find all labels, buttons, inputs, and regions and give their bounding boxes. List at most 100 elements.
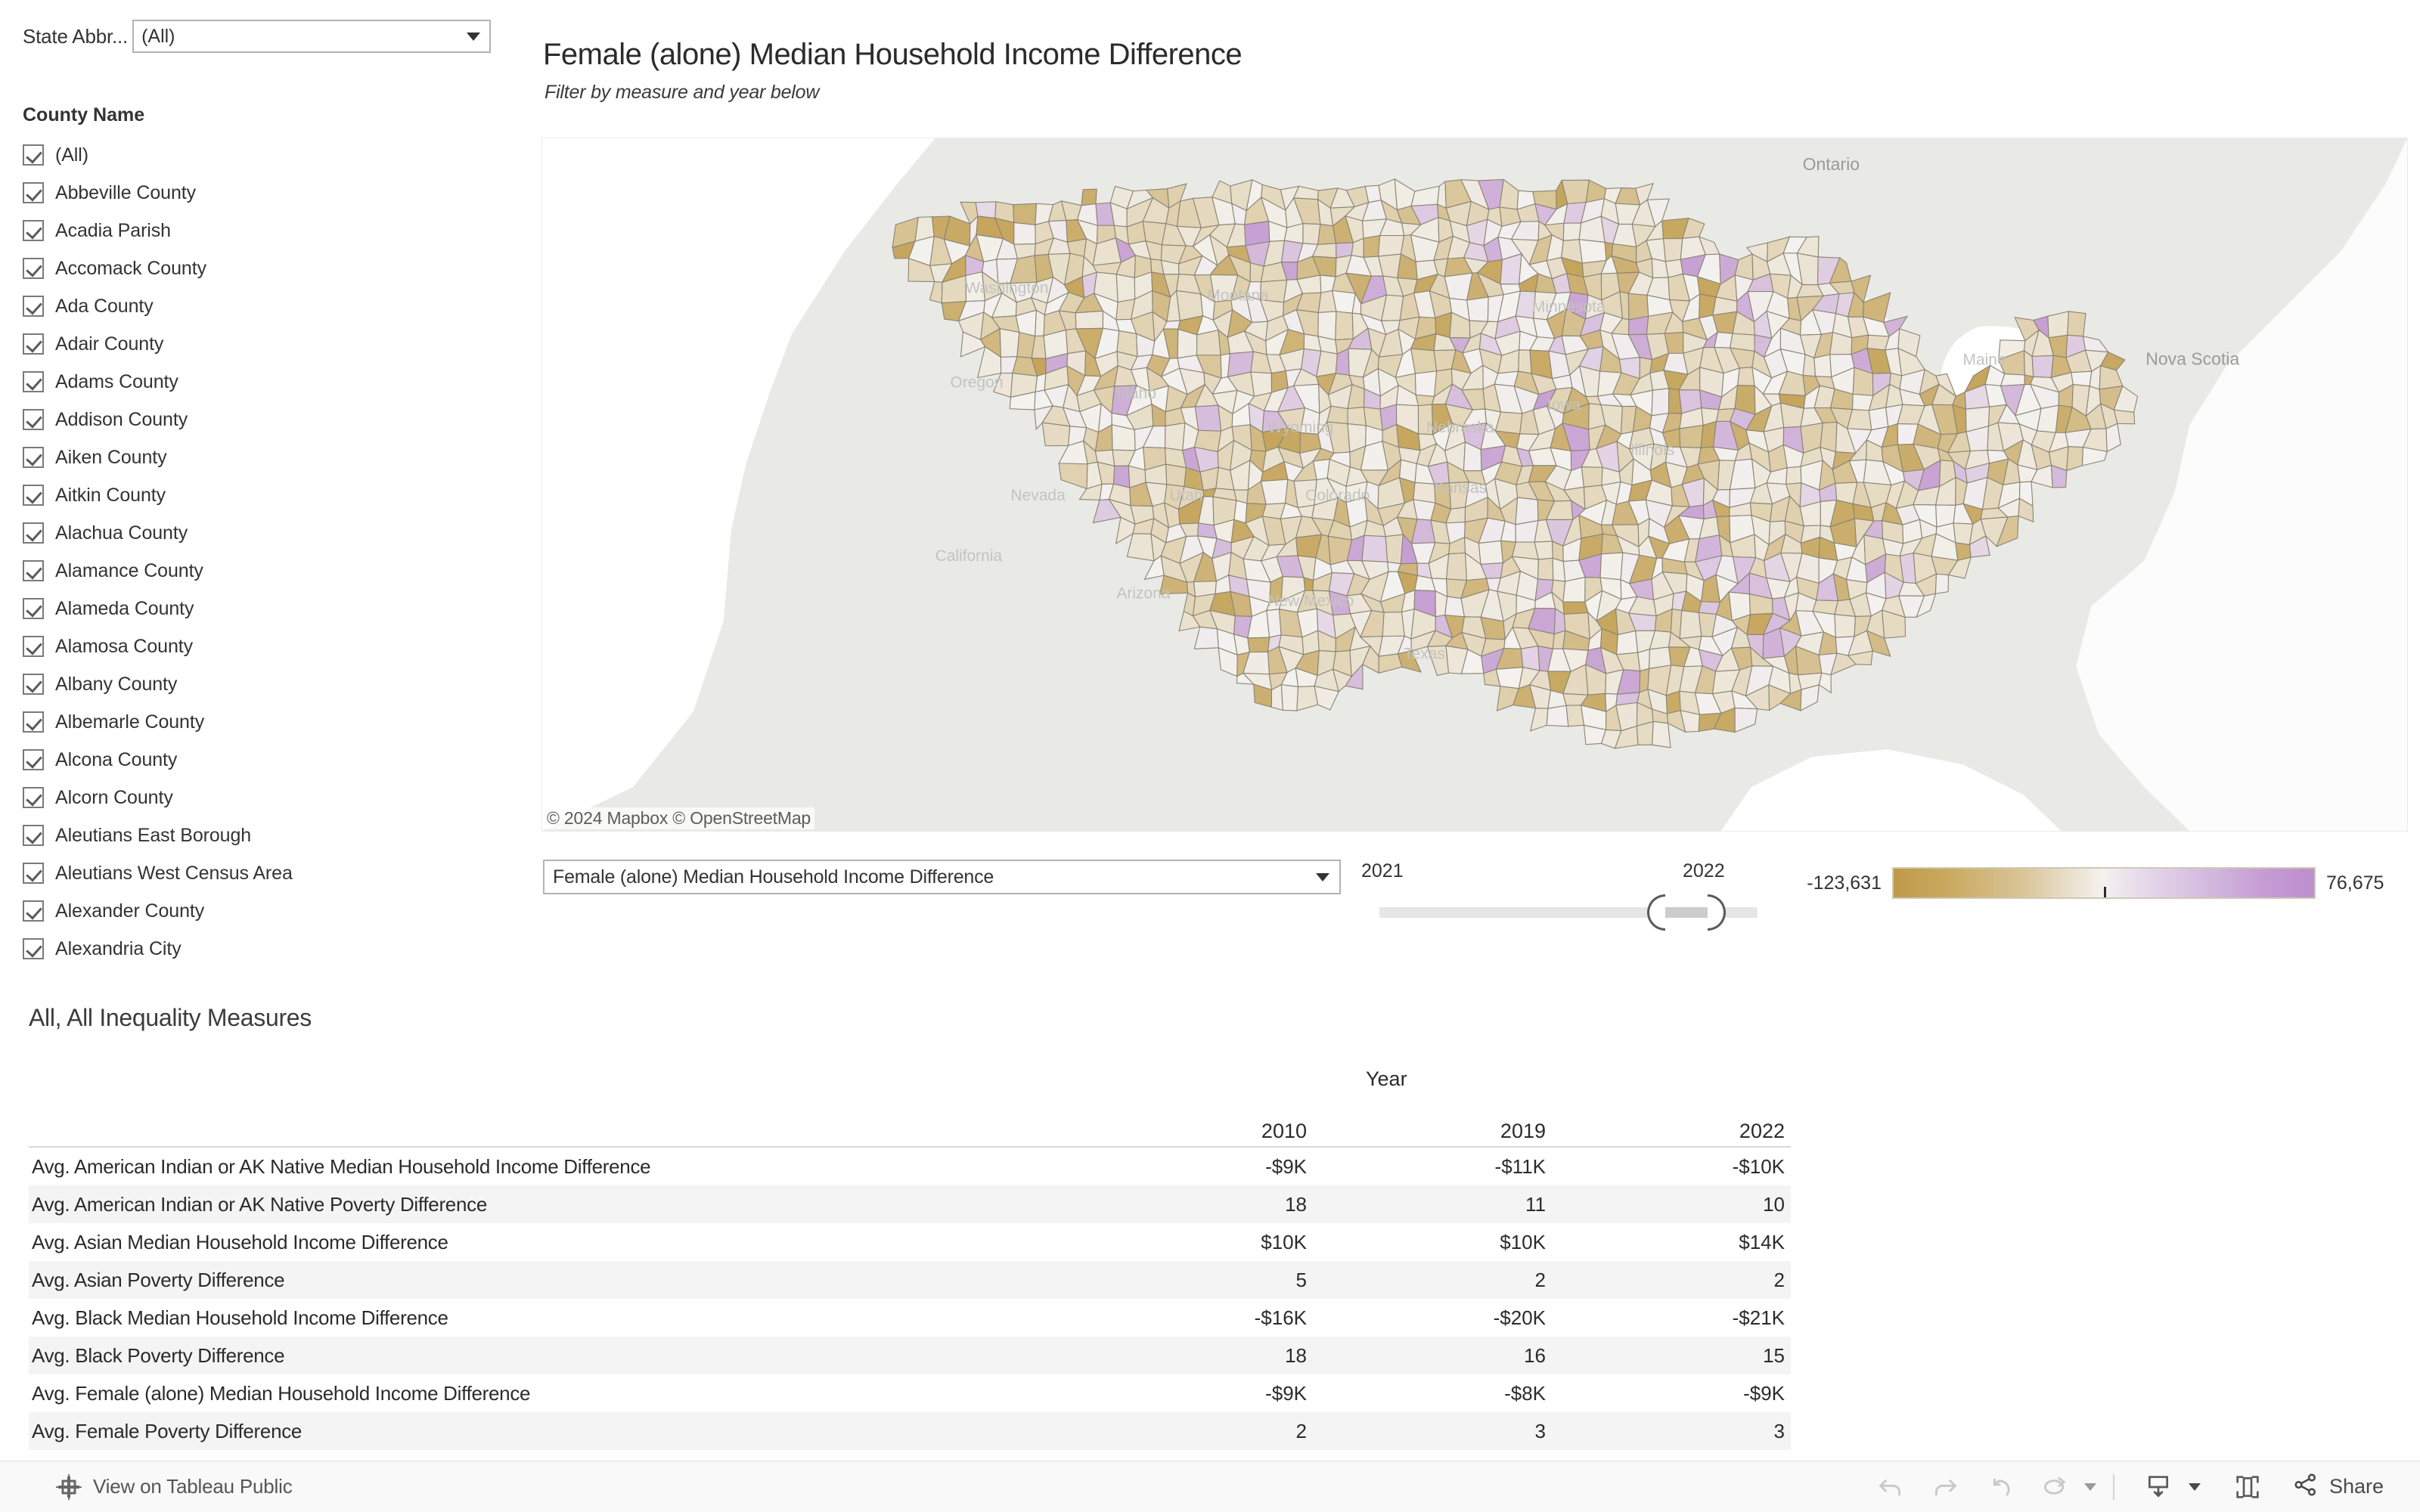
checkbox-checked-icon[interactable] — [23, 825, 44, 846]
map-county-polygon[interactable] — [1414, 370, 1438, 398]
map-county-polygon[interactable] — [1494, 411, 1523, 435]
checkbox-checked-icon[interactable] — [23, 182, 44, 203]
table-row[interactable]: Avg. Black Poverty Difference 18 16 15 — [29, 1337, 1791, 1374]
slider-handle-high[interactable] — [1708, 894, 1726, 931]
map-county-polygon[interactable] — [2000, 373, 2025, 386]
map-county-polygon[interactable] — [1679, 609, 1702, 640]
county-filter-item[interactable]: Aitkin County — [23, 476, 522, 514]
download-icon[interactable] — [2131, 1464, 2186, 1510]
map-county-polygon[interactable] — [1581, 466, 1603, 488]
map-county-polygon[interactable] — [1361, 534, 1388, 562]
map-county-polygon[interactable] — [1280, 683, 1299, 711]
map-county-polygon[interactable] — [1786, 466, 1802, 485]
county-filter-list[interactable]: (All) Abbeville County Acadia Parish Accoma… — [23, 136, 522, 968]
download-dropdown-caret-icon[interactable] — [2188, 1483, 2201, 1491]
county-filter-item[interactable]: Alameda County — [23, 590, 522, 627]
checkbox-checked-icon[interactable] — [23, 296, 44, 317]
table-row[interactable]: Avg. American Indian or AK Native Median… — [29, 1148, 1791, 1185]
map-county-polygon[interactable] — [1665, 690, 1681, 714]
checkbox-checked-icon[interactable] — [23, 220, 44, 241]
slider-handle-low[interactable] — [1647, 894, 1665, 931]
map-county-polygon[interactable] — [1466, 296, 1489, 322]
checkbox-checked-icon[interactable] — [23, 636, 44, 657]
map-county-polygon[interactable] — [1651, 388, 1670, 417]
map-county-polygon[interactable] — [1868, 407, 1889, 431]
map-county-polygon[interactable] — [1578, 239, 1607, 264]
county-filter-item[interactable]: Aiken County — [23, 438, 522, 476]
checkbox-checked-icon[interactable] — [23, 522, 44, 544]
map-county-polygon[interactable] — [1013, 203, 1038, 226]
undo-icon[interactable] — [1863, 1464, 1918, 1510]
table-row[interactable]: Avg. Asian Poverty Difference 5 2 2 — [29, 1261, 1791, 1299]
map-county-polygon[interactable] — [975, 201, 997, 219]
refresh-dropdown-caret-icon[interactable] — [2083, 1483, 2096, 1491]
map-county-polygon[interactable] — [1714, 331, 1733, 349]
map-county-polygon[interactable] — [1317, 311, 1337, 341]
map-county-polygon[interactable] — [1378, 235, 1405, 257]
checkbox-checked-icon[interactable] — [23, 485, 44, 506]
map-county-polygon[interactable] — [1599, 552, 1624, 581]
county-filter-item[interactable]: Alcorn County — [23, 779, 522, 816]
share-button[interactable]: Share — [2291, 1470, 2384, 1503]
map-county-polygon[interactable] — [1627, 315, 1649, 336]
map-county-polygon[interactable] — [1347, 406, 1367, 426]
map-county-polygon[interactable] — [1233, 500, 1248, 524]
year-range-slider[interactable]: 2021 2022 — [1361, 860, 1770, 943]
map-county-polygon[interactable] — [1111, 424, 1136, 451]
map-county-polygon[interactable] — [1260, 479, 1289, 505]
map-county-polygon[interactable] — [1363, 234, 1381, 259]
county-filter-item[interactable]: Albany County — [23, 665, 522, 703]
county-filter-item[interactable]: Alcona County — [23, 741, 522, 779]
map-county-polygon[interactable] — [1335, 311, 1354, 341]
county-filter-item[interactable]: Adair County — [23, 325, 522, 363]
checkbox-checked-icon[interactable] — [23, 409, 44, 430]
county-filter-item[interactable]: Addison County — [23, 401, 522, 438]
map-county-polygon[interactable] — [1934, 573, 1950, 595]
table-row[interactable]: Avg. Female (alone) Median Household Inc… — [29, 1374, 1791, 1412]
county-filter-item[interactable]: Ada County — [23, 287, 522, 325]
map-county-polygon[interactable] — [1165, 463, 1187, 488]
map-county-polygon[interactable] — [1802, 353, 1817, 377]
checkbox-checked-icon[interactable] — [23, 258, 44, 279]
map-county-polygon[interactable] — [1115, 274, 1136, 303]
map-county-polygon[interactable] — [1332, 290, 1356, 314]
checkbox-checked-icon[interactable] — [23, 144, 44, 166]
table-row[interactable]: Avg. Black Median Household Income Diffe… — [29, 1299, 1791, 1337]
map-county-polygon[interactable] — [1616, 630, 1639, 655]
map-county-polygon[interactable] — [1627, 293, 1649, 321]
checkbox-checked-icon[interactable] — [23, 900, 44, 922]
revert-icon[interactable] — [1972, 1464, 2027, 1510]
map-county-polygon[interactable] — [1303, 577, 1314, 591]
county-filter-item[interactable]: Aleutians West Census Area — [23, 854, 522, 892]
map-county-polygon[interactable] — [1385, 534, 1404, 565]
checkbox-checked-icon[interactable] — [23, 749, 44, 770]
map-county-polygon[interactable] — [1520, 645, 1540, 671]
checkbox-checked-icon[interactable] — [23, 711, 44, 733]
county-filter-item[interactable]: Alexander County — [23, 892, 522, 930]
county-filter-item[interactable]: Abbeville County — [23, 174, 522, 212]
map-county-polygon[interactable] — [1662, 237, 1683, 262]
fullscreen-icon[interactable] — [2220, 1464, 2275, 1510]
county-filter-item[interactable]: Alamance County — [23, 552, 522, 590]
checkbox-checked-icon[interactable] — [23, 938, 44, 959]
map-county-polygon[interactable] — [1446, 552, 1467, 581]
checkbox-checked-icon[interactable] — [23, 674, 44, 695]
map-county-polygon[interactable] — [1518, 349, 1532, 374]
county-filter-item[interactable]: Alamosa County — [23, 627, 522, 665]
map-county-polygon[interactable] — [1250, 371, 1273, 397]
county-filter-item[interactable]: Alexandria City — [23, 930, 522, 968]
checkbox-checked-icon[interactable] — [23, 371, 44, 392]
table-row[interactable]: Avg. Female Poverty Difference 2 3 3 — [29, 1412, 1791, 1450]
map-county-polygon[interactable] — [1813, 354, 1832, 378]
county-filter-item[interactable]: Acadia Parish — [23, 212, 522, 249]
map-county-polygon[interactable] — [1194, 404, 1222, 432]
map-county-polygon[interactable] — [1081, 188, 1097, 206]
county-filter-item[interactable]: Accomack County — [23, 249, 522, 287]
map-county-polygon[interactable] — [2113, 409, 2136, 425]
checkbox-checked-icon[interactable] — [23, 863, 44, 884]
map-county-polygon[interactable] — [1196, 329, 1221, 356]
map-county-polygon[interactable] — [1679, 424, 1704, 448]
checkbox-checked-icon[interactable] — [23, 447, 44, 468]
map-county-polygon[interactable] — [1302, 223, 1321, 245]
map-county-polygon[interactable] — [1495, 666, 1524, 689]
